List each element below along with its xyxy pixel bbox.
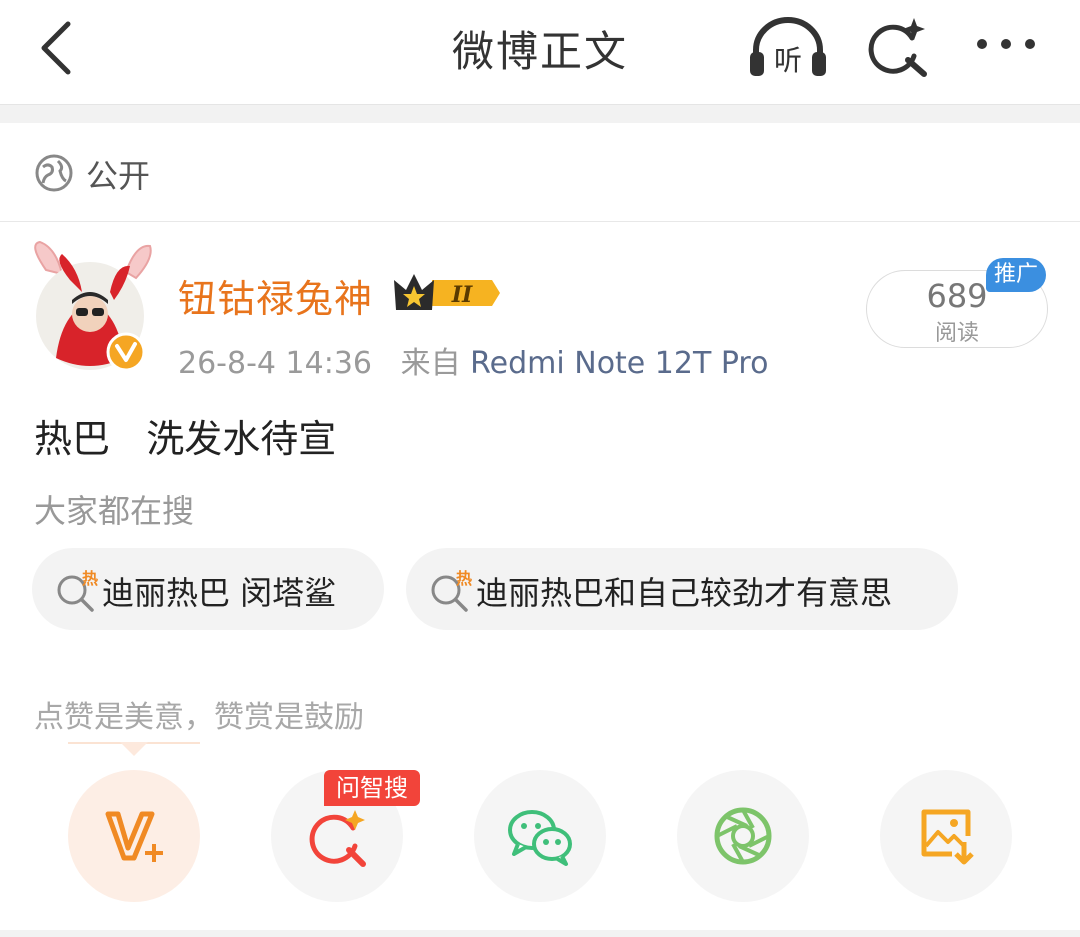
globe-icon [35, 154, 73, 192]
ai-search-icon[interactable] [866, 16, 930, 80]
share-moments-button[interactable] [677, 770, 809, 902]
vip-crown-icon[interactable]: II [392, 270, 502, 316]
hot-search-icon: 热 [431, 569, 472, 612]
search-chip[interactable]: 热 迪丽热巴 闵塔鲨 [32, 548, 384, 630]
reward-button[interactable] [68, 770, 200, 902]
hot-search-icon: 热 [57, 569, 98, 612]
hot-badge: 热 [82, 569, 98, 588]
source-device[interactable]: Redmi Note 12T Pro [470, 346, 768, 381]
ask-search-badge: 问智搜 [324, 770, 420, 806]
hint-pointer [120, 742, 148, 756]
search-chip-label: 迪丽热巴和自己较劲才有意思 [476, 574, 893, 612]
promo-badge[interactable]: 推广 [986, 258, 1046, 292]
visibility-label: 公开 [86, 157, 151, 195]
search-chip[interactable]: 热 迪丽热巴和自己较劲才有意思 [406, 548, 958, 630]
save-image-icon [921, 809, 974, 865]
hot-badge: 热 [456, 569, 472, 588]
listen-label: 听 [774, 44, 802, 77]
post-time: 26-8-4 14:36 [178, 346, 372, 381]
top-bar: 微博正文 听 [0, 0, 1080, 105]
verified-icon [106, 332, 146, 372]
read-label: 阅读 [934, 321, 979, 346]
share-wechat-button[interactable] [474, 770, 606, 902]
reward-icon [105, 811, 163, 862]
post-text: 热巴 洗发水待宣 [34, 417, 337, 461]
headphones-icon[interactable]: 听 [748, 14, 828, 78]
avatar[interactable] [26, 240, 156, 380]
bottom-divider [0, 930, 1080, 937]
username[interactable]: 钮钴禄兔神 [178, 268, 373, 323]
like-hint: 点赞是美意，赞赏是鼓励 [34, 700, 364, 735]
more-icon[interactable] [974, 36, 1038, 52]
visibility-row: 公开 [0, 123, 1080, 222]
post-meta: 26-8-4 14:36 来自 Redmi Note 12T Pro [178, 338, 768, 382]
source-prefix: 来自 [400, 346, 461, 381]
section-gap [0, 105, 1080, 123]
vip-level: II [451, 282, 473, 308]
search-chip-label: 迪丽热巴 闵塔鲨 [102, 574, 337, 612]
save-image-button[interactable] [880, 770, 1012, 902]
moments-icon [714, 807, 772, 865]
search-heading: 大家都在搜 [34, 492, 195, 530]
ai-search-icon [309, 810, 366, 867]
wechat-icon [508, 810, 572, 866]
